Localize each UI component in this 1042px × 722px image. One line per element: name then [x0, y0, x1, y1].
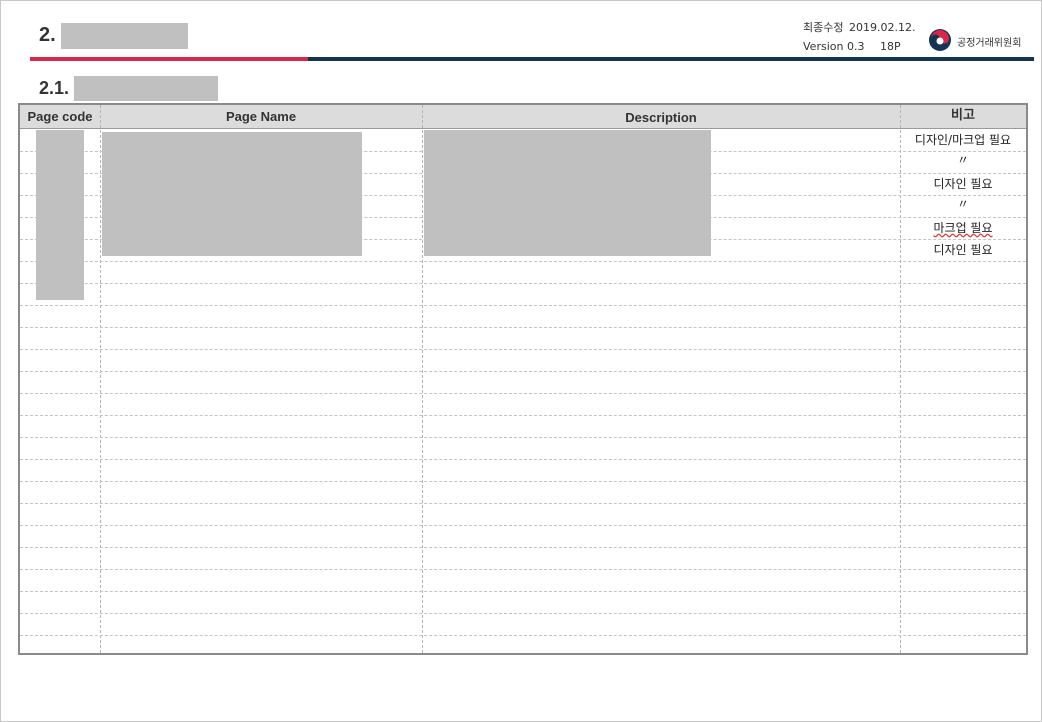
- redacted-page-codes: [36, 130, 84, 300]
- last-modified-label: 최종수정: [803, 21, 844, 34]
- header-divider-navy: [308, 57, 1034, 61]
- redacted-page-names: [102, 132, 362, 256]
- row-divider: [20, 393, 1026, 394]
- page-list-table: Page code Page Name Description 비고 디자인/마…: [18, 103, 1028, 655]
- column-divider: [100, 105, 101, 653]
- row-divider: [20, 525, 1026, 526]
- row-divider: [20, 503, 1026, 504]
- remark-cell-text: 마크업 필요: [933, 221, 993, 235]
- row-divider: [20, 371, 1026, 372]
- row-divider: [20, 569, 1026, 570]
- redacted-descriptions: [424, 130, 711, 256]
- row-divider: [20, 591, 1026, 592]
- column-header-page-name: Page Name: [225, 109, 297, 124]
- row-divider: [20, 415, 1026, 416]
- version-label: Version 0.3: [803, 40, 865, 53]
- government-logo-icon: [929, 29, 951, 51]
- column-header-page-code: Page code: [27, 109, 93, 124]
- last-modified: 최종수정 2019.02.12.: [803, 19, 915, 35]
- row-divider: [20, 437, 1026, 438]
- row-divider: [20, 305, 1026, 306]
- column-header-description: Description: [625, 110, 697, 125]
- remark-cell: 디자인 필요: [933, 177, 993, 191]
- remark-cell: 마크업 필요: [900, 219, 1026, 236]
- remark-cell: 디자인/마크업 필요: [914, 133, 1012, 147]
- row-divider: [20, 481, 1026, 482]
- column-header-remarks: 비고: [951, 107, 975, 122]
- row-divider: [20, 327, 1026, 328]
- row-divider: [20, 349, 1026, 350]
- row-divider: [20, 261, 1026, 262]
- page-number: 18P: [880, 40, 901, 53]
- column-divider: [422, 105, 423, 653]
- section-number: 2.: [39, 24, 56, 46]
- subsection-number: 2.1.: [39, 78, 70, 98]
- row-divider: [20, 459, 1026, 460]
- header-divider-red: [30, 57, 308, 61]
- row-divider: [20, 283, 1026, 284]
- row-divider: [20, 635, 1026, 636]
- row-divider: [20, 613, 1026, 614]
- remark-cell: 〃: [956, 197, 969, 211]
- remark-cell: 〃: [956, 153, 969, 167]
- table-header: Page code Page Name Description 비고: [20, 105, 1026, 129]
- last-modified-date: 2019.02.12.: [848, 21, 916, 34]
- redacted-subsection-title: [74, 76, 218, 101]
- remark-cell: 디자인 필요: [933, 243, 993, 257]
- org-name: 공정거래위원회: [957, 38, 1022, 49]
- redacted-section-title: [61, 23, 188, 49]
- row-divider: [20, 547, 1026, 548]
